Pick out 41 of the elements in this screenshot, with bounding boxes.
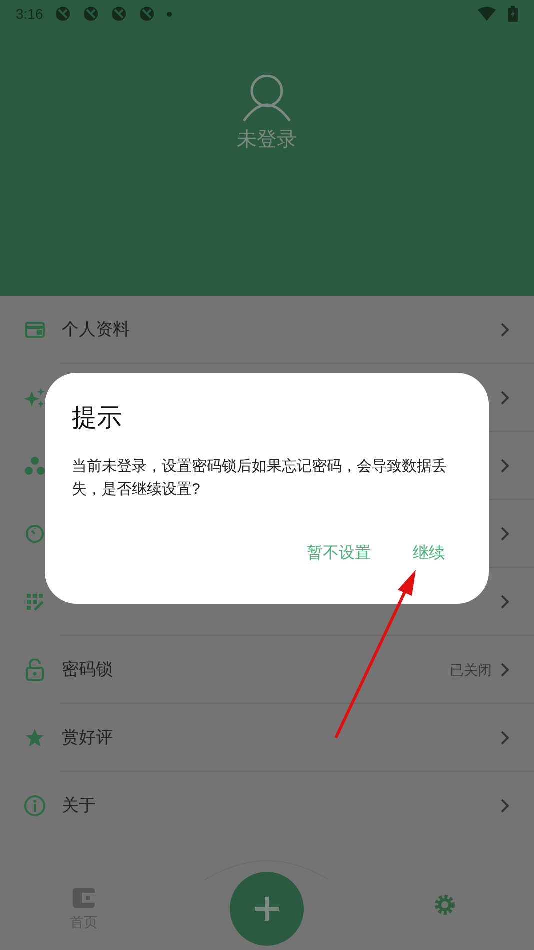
chevron-right-icon [500, 662, 510, 678]
menu-item[interactable]: 个人资料 [0, 296, 534, 364]
chevron-right-icon [500, 526, 510, 542]
sparkle-icon [24, 387, 46, 409]
dialog-button[interactable]: 继续 [413, 542, 445, 566]
menu-label: 关于 [62, 795, 96, 818]
plus-icon [253, 895, 281, 923]
menu-value: 已关闭 [450, 660, 492, 680]
gear-icon[interactable] [434, 894, 456, 916]
chevron-right-icon [500, 322, 510, 338]
menu-item[interactable]: 赏好评 [0, 704, 534, 772]
dialog-button[interactable]: 暂不设置 [307, 542, 371, 566]
chevron-right-icon [500, 594, 510, 610]
dots-icon [24, 456, 46, 476]
menu-item[interactable]: 关于 [0, 772, 534, 840]
star-icon [25, 728, 45, 748]
login-status-label[interactable]: 未登录 [237, 125, 297, 155]
grid-icon [26, 593, 44, 611]
menu-label: 赏好评 [62, 727, 113, 750]
notification-icon [55, 6, 72, 22]
chevron-right-icon [500, 458, 510, 474]
menu-item[interactable]: 密码锁 已关闭 [0, 636, 534, 704]
info-icon [24, 795, 46, 817]
wallet-icon [73, 888, 95, 908]
chevron-right-icon [500, 730, 510, 746]
lock-icon [26, 659, 44, 681]
dot-icon [167, 12, 172, 16]
notification-icon [139, 6, 156, 22]
user-avatar-icon[interactable] [242, 75, 292, 123]
chevron-right-icon [500, 390, 510, 406]
card-icon [25, 321, 45, 339]
dialog-message: 当前未登录，设置密码锁后如果忘记密码，会导致数据丢失，是否继续设置? [72, 457, 448, 500]
notification-icon [83, 6, 100, 22]
dialog-title: 提示 [72, 403, 123, 433]
chevron-right-icon [500, 798, 510, 814]
timer-icon [25, 524, 45, 544]
wifi-icon [478, 7, 496, 21]
notification-icon [111, 6, 128, 22]
menu-label: 个人资料 [62, 319, 130, 342]
menu-label: 密码锁 [62, 659, 113, 682]
battery-icon [508, 6, 518, 22]
